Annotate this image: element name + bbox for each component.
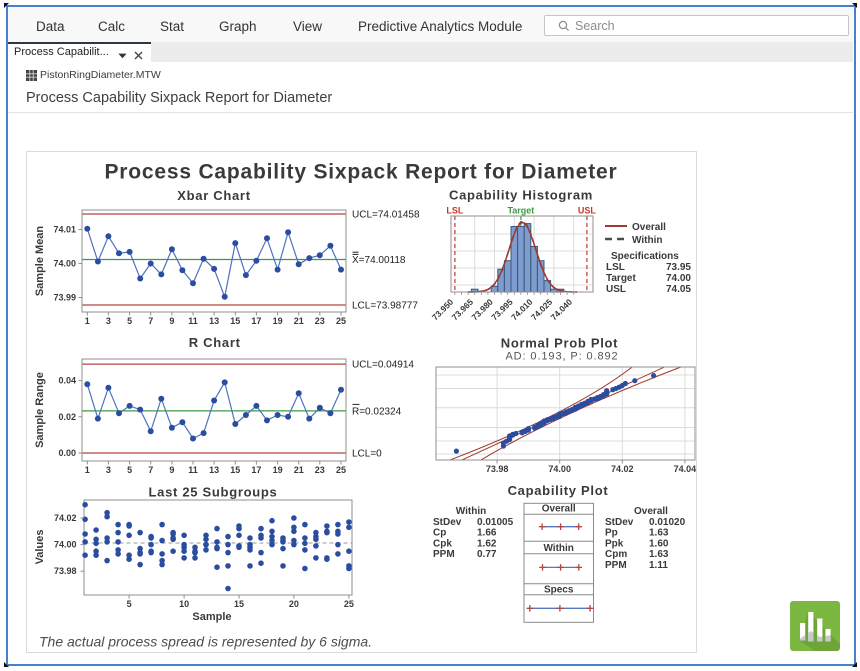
svg-text:Target: Target xyxy=(606,273,636,284)
svg-text:11: 11 xyxy=(188,465,198,475)
svg-text:PPM: PPM xyxy=(605,560,627,571)
svg-text:Last 25 Subgroups: Last 25 Subgroups xyxy=(149,485,278,500)
svg-text:Overall: Overall xyxy=(542,504,576,515)
svg-text:15: 15 xyxy=(230,465,240,475)
svg-text:1.63: 1.63 xyxy=(649,528,669,539)
svg-text:Capability Plot: Capability Plot xyxy=(508,483,609,498)
svg-text:USL: USL xyxy=(606,284,626,295)
svg-text:Cpk: Cpk xyxy=(433,538,452,549)
svg-text:25: 25 xyxy=(336,465,346,475)
svg-text:73.98: 73.98 xyxy=(486,464,509,474)
svg-text:Pp: Pp xyxy=(605,528,618,539)
svg-text:Process Capability Sixpack Rep: Process Capability Sixpack Report for Di… xyxy=(105,161,618,184)
svg-text:1.66: 1.66 xyxy=(477,528,497,539)
svg-text:74.05: 74.05 xyxy=(666,284,691,295)
svg-text:Specs: Specs xyxy=(544,585,574,596)
svg-text:74.00: 74.00 xyxy=(54,540,77,550)
svg-text:25: 25 xyxy=(344,599,354,609)
svg-text:0.01020: 0.01020 xyxy=(649,517,686,528)
svg-text:11: 11 xyxy=(188,316,198,326)
svg-text:UCL=74.01458: UCL=74.01458 xyxy=(352,210,420,221)
svg-text:Overall: Overall xyxy=(634,506,668,517)
svg-text:17: 17 xyxy=(251,465,261,475)
svg-text:Within: Within xyxy=(543,543,573,554)
svg-text:9: 9 xyxy=(169,465,174,475)
svg-text:Sample: Sample xyxy=(192,611,231,623)
svg-text:5: 5 xyxy=(127,599,132,609)
svg-text:LCL=73.98777: LCL=73.98777 xyxy=(352,301,418,312)
svg-text:21: 21 xyxy=(294,465,304,475)
svg-text:74.02: 74.02 xyxy=(54,513,77,523)
svg-text:Normal Prob Plot: Normal Prob Plot xyxy=(501,336,618,351)
svg-text:Target: Target xyxy=(507,206,534,216)
svg-text:0.04: 0.04 xyxy=(58,376,76,386)
svg-text:PPM: PPM xyxy=(433,549,455,560)
svg-text:Cpm: Cpm xyxy=(605,549,627,560)
svg-text:73.95: 73.95 xyxy=(666,262,691,273)
svg-text:LSL: LSL xyxy=(606,262,625,273)
svg-text:1.63: 1.63 xyxy=(649,549,669,560)
svg-text:LCL=0: LCL=0 xyxy=(352,449,382,460)
svg-text:5: 5 xyxy=(127,465,132,475)
svg-text:23: 23 xyxy=(315,465,325,475)
svg-text:21: 21 xyxy=(294,316,304,326)
svg-text:The actual process spread is r: The actual process spread is represented… xyxy=(39,634,372,650)
svg-text:10: 10 xyxy=(179,599,189,609)
svg-text:USL: USL xyxy=(578,206,597,216)
svg-text:1: 1 xyxy=(85,316,90,326)
svg-text:R=0.02324: R=0.02324 xyxy=(352,406,402,417)
svg-text:0.01005: 0.01005 xyxy=(477,517,514,528)
svg-text:0.02: 0.02 xyxy=(58,412,76,422)
svg-text:AD: 0.193, P: 0.892: AD: 0.193, P: 0.892 xyxy=(505,351,618,363)
svg-text:9: 9 xyxy=(169,316,174,326)
svg-text:3: 3 xyxy=(106,316,111,326)
svg-text:7: 7 xyxy=(148,465,153,475)
svg-text:23: 23 xyxy=(315,316,325,326)
svg-text:1.60: 1.60 xyxy=(649,538,669,549)
svg-text:74.02: 74.02 xyxy=(611,464,634,474)
svg-text:Within: Within xyxy=(632,235,662,246)
svg-text:19: 19 xyxy=(273,465,283,475)
svg-text:Xbar Chart: Xbar Chart xyxy=(177,188,250,203)
svg-text:Sample Range: Sample Range xyxy=(34,372,46,448)
svg-text:73.98: 73.98 xyxy=(54,566,77,576)
svg-text:Ppk: Ppk xyxy=(605,538,624,549)
svg-text:13: 13 xyxy=(209,465,219,475)
svg-text:74.040: 74.040 xyxy=(549,297,575,323)
svg-text:StDev: StDev xyxy=(433,517,462,528)
svg-text:15: 15 xyxy=(234,599,244,609)
svg-text:3: 3 xyxy=(106,465,111,475)
svg-text:15: 15 xyxy=(230,316,240,326)
svg-text:Sample Mean: Sample Mean xyxy=(34,226,46,297)
svg-text:UCL=0.04914: UCL=0.04914 xyxy=(352,360,414,371)
svg-text:0.77: 0.77 xyxy=(477,549,497,560)
svg-text:25: 25 xyxy=(336,316,346,326)
svg-text:74.04: 74.04 xyxy=(674,464,696,474)
svg-text:7: 7 xyxy=(148,316,153,326)
svg-text:StDev: StDev xyxy=(605,517,634,528)
svg-text:R Chart: R Chart xyxy=(189,335,241,350)
svg-text:20: 20 xyxy=(289,599,299,609)
svg-text:19: 19 xyxy=(273,316,283,326)
svg-text:LSL: LSL xyxy=(446,206,464,216)
svg-text:1.11: 1.11 xyxy=(649,560,668,571)
svg-text:Within: Within xyxy=(456,506,486,517)
svg-text:Cp: Cp xyxy=(433,528,446,539)
svg-text:Values: Values xyxy=(34,530,46,565)
svg-text:5: 5 xyxy=(127,316,132,326)
svg-text:Overall: Overall xyxy=(632,222,666,233)
svg-text:Specifications: Specifications xyxy=(611,251,679,262)
svg-text:Capability Histogram: Capability Histogram xyxy=(449,188,593,203)
svg-text:74.00: 74.00 xyxy=(53,259,76,269)
svg-text:0.00: 0.00 xyxy=(58,448,76,458)
svg-text:1: 1 xyxy=(85,465,90,475)
svg-text:73.99: 73.99 xyxy=(53,293,76,303)
svg-text:17: 17 xyxy=(251,316,261,326)
svg-text:13: 13 xyxy=(209,316,219,326)
svg-text:74.00: 74.00 xyxy=(548,464,571,474)
svg-text:1.62: 1.62 xyxy=(477,538,497,549)
svg-text:X=74.00118: X=74.00118 xyxy=(352,255,406,266)
svg-text:74.01: 74.01 xyxy=(53,225,76,235)
svg-text:74.00: 74.00 xyxy=(666,273,691,284)
